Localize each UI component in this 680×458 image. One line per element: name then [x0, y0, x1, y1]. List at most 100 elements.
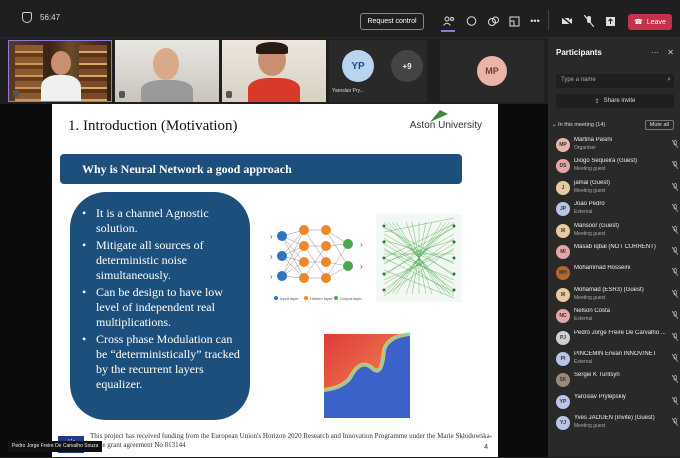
share-screen-icon[interactable] — [603, 14, 617, 28]
avatar: J — [556, 180, 570, 195]
participant-body — [248, 78, 300, 102]
chat-icon[interactable] — [464, 14, 478, 28]
participant-row[interactable]: JP Joao Pedro External — [556, 200, 680, 221]
camera-off-icon[interactable] — [560, 14, 574, 28]
bullet-item: Can be design to have low level of indep… — [82, 285, 240, 330]
shared-content-area: 1. Introduction (Motivation) Aston Unive… — [0, 104, 548, 457]
participant-role: Meeting guest — [574, 294, 606, 301]
mic-off-icon — [671, 161, 679, 170]
rooms-icon[interactable] — [507, 14, 521, 28]
mic-off-icon — [671, 246, 679, 256]
mic-off-icon — [671, 375, 679, 384]
participants-panel: Participants ··· ✕ Type a name ⌕ ⇪ Share… — [548, 38, 680, 457]
participant-name: Diogo Sequeira (Guest) — [574, 158, 638, 165]
share-invite-button[interactable]: ⇪ Share invite — [556, 94, 674, 108]
participant-body — [41, 75, 81, 101]
university-logo-text: Aston University — [409, 120, 482, 131]
video-tile-3[interactable] — [222, 40, 326, 102]
avatar: DS — [556, 159, 570, 174]
avatar: MP — [477, 56, 507, 86]
svg-text:›: › — [360, 262, 363, 271]
mic-off-icon — [671, 203, 679, 213]
participant-row[interactable]: SK Sergei K Turitsyn — [556, 371, 680, 392]
participant-row[interactable]: YP Yaroslav Prylepskiy — [556, 393, 680, 414]
panel-title: Participants — [556, 48, 602, 57]
avatar: M — [556, 223, 570, 238]
video-tile-2[interactable] — [115, 40, 219, 102]
mic-off-icon — [671, 289, 679, 299]
more-options-icon[interactable]: ••• — [528, 14, 542, 28]
mic-off-icon — [671, 182, 679, 192]
participant-row[interactable]: YJ Yves JAOUEN (Invité) (Guest) Meeting gu… — [556, 414, 680, 435]
avatar: YP — [342, 50, 374, 82]
dense-network-graphic — [376, 214, 462, 302]
participant-row[interactable]: MI Masab Iqbal (NOT CURRENT) — [556, 243, 680, 264]
panel-header-icons: ··· ✕ — [651, 48, 674, 57]
participants-icon[interactable] — [442, 14, 456, 28]
avatar: SK — [556, 373, 570, 388]
video-tile-mp[interactable]: MP — [440, 40, 544, 102]
avatar: PJ — [556, 330, 570, 345]
svg-text:›: › — [270, 272, 273, 281]
presenter-name-label: Pedro Jorge Freire De Carvalho Souza — [8, 441, 103, 452]
participant-name: Masab Iqbal (NOT CURRENT) — [574, 244, 656, 250]
participant-row[interactable]: PJ Pedro Jorge Freire De Carvalho ... — [556, 329, 680, 350]
avatar: YP — [556, 394, 570, 409]
participant-row[interactable]: MH Mohammad Hosseini — [556, 264, 680, 285]
participant-hair — [256, 42, 288, 54]
funding-notice: This project has received funding from t… — [90, 432, 493, 449]
participant-row[interactable]: PI PINCEMIN Erwan INNOV/NET External — [556, 350, 680, 371]
participant-role: External — [574, 209, 593, 216]
overflow-tile[interactable]: +9 — [387, 40, 427, 102]
participant-role: Meeting guest — [574, 230, 606, 237]
slide-title: 1. Introduction (Motivation) — [68, 118, 238, 134]
participant-name: Martina Pasini — [574, 137, 613, 143]
participant-role: Meeting guest — [574, 187, 606, 194]
slide-page-number: 4 — [484, 444, 488, 451]
slide-banner: Why is Neural Network a good approach — [60, 154, 462, 184]
mic-off-icon — [671, 268, 679, 277]
reactions-icon[interactable] — [486, 14, 500, 28]
participant-name: Mohammad Hosseini — [574, 265, 631, 272]
toolbar-divider — [548, 10, 549, 30]
bookshelf — [15, 45, 43, 101]
avatar: M — [556, 287, 570, 302]
participant-row[interactable]: M Mansoor (Guest) Meeting guest — [556, 222, 680, 243]
close-icon[interactable]: ✕ — [667, 48, 674, 57]
participant-row[interactable]: DS Diogo Sequeira (Guest) Meeting guest — [556, 157, 680, 178]
share-icon: ⇪ — [594, 98, 600, 105]
participant-role: Meeting guest — [574, 423, 606, 430]
leave-button[interactable]: ☎ Leave — [628, 14, 672, 30]
participant-row[interactable]: Jjamal (Guest) Meeting guest — [556, 179, 680, 200]
participant-name: Yaroslav Prylepskiy — [574, 393, 626, 400]
neural-network-diagram: › › › › › Input layer Hidden layer Output l… — [270, 225, 363, 301]
participant-role: External — [574, 359, 593, 365]
nn-legend-label: Output layer — [340, 296, 362, 301]
participant-name: Mansoor (Guest) — [574, 222, 620, 229]
participant-head — [51, 51, 71, 75]
participant-role: Organiser — [574, 145, 596, 151]
mic-off-icon[interactable] — [582, 14, 596, 28]
presentation-slide: 1. Introduction (Motivation) Aston Unive… — [52, 104, 498, 457]
in-meeting-section-header[interactable]: ⌄ In this meeting (14) — [552, 122, 605, 128]
participant-search-input[interactable]: Type a name ⌕ — [556, 74, 674, 88]
bullet-item: Cross phase Modulation can be “determini… — [82, 332, 240, 392]
mute-all-button[interactable]: Mute all — [644, 120, 674, 130]
avatar: MH — [556, 266, 570, 281]
participant-name: Yves JAOUEN (Invité) (Guest) — [574, 415, 655, 422]
avatar: MP — [556, 138, 570, 152]
participant-body — [141, 80, 193, 102]
video-tile-1[interactable] — [8, 40, 112, 102]
avatar: NC — [556, 309, 570, 324]
mic-off-icon — [671, 310, 679, 320]
video-tile-yp[interactable]: YP Yaroslav Pry... — [329, 40, 387, 102]
participant-name: PINCEMIN Erwan INNOV/NET — [574, 351, 657, 357]
participant-name: Joao Pedro — [574, 201, 605, 208]
participant-row[interactable]: MP Martina Pasini Organiser — [556, 136, 680, 157]
participant-name: Pedro Jorge Freire De Carvalho ... — [574, 329, 666, 336]
participant-row[interactable]: M Mohamad (ESR3) (Guest) Meeting guest — [556, 286, 680, 307]
more-icon[interactable]: ··· — [651, 48, 659, 57]
search-icon: ⌕ — [667, 76, 671, 83]
request-control-button[interactable]: Request control — [360, 13, 424, 30]
participant-row[interactable]: NC Nelson Costa External — [556, 307, 680, 328]
